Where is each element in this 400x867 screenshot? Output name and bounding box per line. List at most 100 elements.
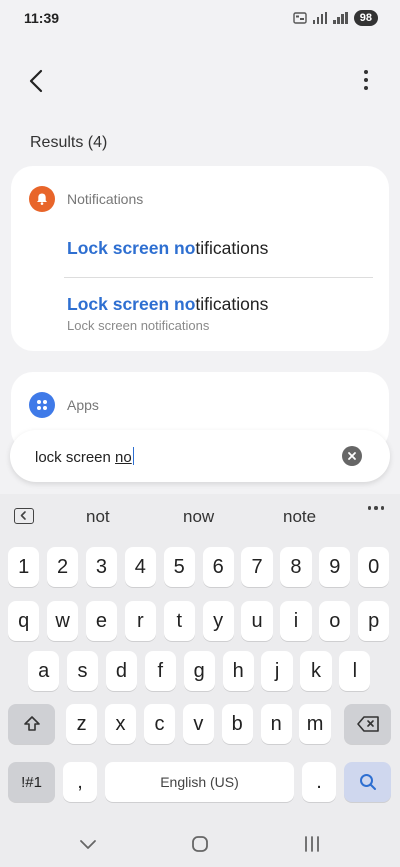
suggestion-1[interactable]: not bbox=[86, 507, 110, 527]
period-key[interactable]: . bbox=[302, 762, 336, 802]
row1-key-y[interactable]: y bbox=[202, 601, 234, 641]
apps-grid-icon bbox=[29, 392, 55, 418]
text-cursor bbox=[132, 447, 135, 465]
match-highlight: Lock screen no bbox=[67, 294, 196, 314]
symbols-key[interactable]: !#1 bbox=[8, 762, 55, 802]
numbers-key-3[interactable]: 3 bbox=[85, 547, 118, 587]
result-subtitle: Lock screen notifications bbox=[67, 318, 210, 333]
row2-key-h[interactable]: h bbox=[222, 651, 254, 691]
title-rest: tifications bbox=[195, 294, 269, 314]
row1-key-t[interactable]: t bbox=[163, 601, 195, 641]
row2-key-a[interactable]: a bbox=[28, 651, 60, 691]
numbers-key-6[interactable]: 6 bbox=[202, 547, 234, 587]
nav-recents-button[interactable] bbox=[300, 834, 324, 854]
numbers-key-8[interactable]: 8 bbox=[280, 547, 312, 587]
numbers-key-4[interactable]: 4 bbox=[124, 547, 156, 587]
category-label: Apps bbox=[67, 397, 99, 413]
search-key[interactable] bbox=[344, 762, 391, 802]
row1-key-i[interactable]: i bbox=[280, 601, 312, 641]
space-key[interactable]: English (US) bbox=[105, 762, 294, 802]
numbers-key-5[interactable]: 5 bbox=[163, 547, 195, 587]
category-header-notifications: Notifications bbox=[29, 186, 143, 212]
shift-icon bbox=[23, 716, 40, 731]
row3-key-v[interactable]: v bbox=[182, 704, 214, 744]
row1-key-p[interactable]: p bbox=[358, 601, 390, 641]
search-bar[interactable]: lock screen no bbox=[10, 430, 390, 482]
row1-key-e[interactable]: e bbox=[85, 601, 118, 641]
nav-home-button[interactable] bbox=[188, 834, 212, 854]
results-title: Results (4) bbox=[30, 134, 108, 151]
back-button[interactable] bbox=[22, 66, 52, 96]
clear-search-button[interactable] bbox=[342, 446, 362, 466]
row1-key-o[interactable]: o bbox=[319, 601, 351, 641]
result-lock-screen-notifications-2[interactable]: Lock screen notifications Lock screen no… bbox=[67, 294, 373, 333]
row1-key-r[interactable]: r bbox=[124, 601, 156, 641]
row2-key-l[interactable]: l bbox=[339, 651, 371, 691]
suggestion-bar: not now note bbox=[0, 494, 400, 538]
status-icons: 98 bbox=[293, 10, 378, 26]
chevron-down-icon bbox=[80, 840, 96, 849]
chevron-left-icon bbox=[29, 69, 43, 93]
result-title: Lock screen notifications bbox=[67, 238, 373, 259]
more-dot-icon bbox=[364, 70, 368, 74]
backspace-icon bbox=[356, 716, 379, 732]
match-highlight: Lock screen no bbox=[67, 238, 196, 258]
more-dot-icon bbox=[364, 86, 368, 90]
backspace-key[interactable] bbox=[344, 704, 391, 744]
close-icon bbox=[348, 452, 356, 460]
category-header-apps: Apps bbox=[29, 392, 99, 418]
home-icon bbox=[192, 836, 208, 852]
category-label: Notifications bbox=[67, 191, 144, 207]
top-bar bbox=[0, 60, 400, 100]
search-icon bbox=[359, 774, 376, 790]
row2-key-k[interactable]: k bbox=[300, 651, 332, 691]
shift-key[interactable] bbox=[8, 704, 55, 744]
search-input[interactable]: lock screen no bbox=[35, 447, 135, 466]
status-bar: 11:39 98 bbox=[0, 0, 400, 36]
row3-key-b[interactable]: b bbox=[221, 704, 253, 744]
nav-back-button[interactable] bbox=[76, 834, 100, 854]
cast-icon bbox=[293, 12, 307, 24]
row2-key-g[interactable]: g bbox=[183, 651, 215, 691]
row2-key-s[interactable]: s bbox=[66, 651, 99, 691]
battery-badge: 98 bbox=[353, 10, 378, 26]
result-lock-screen-notifications[interactable]: Lock screen notifications bbox=[67, 238, 373, 259]
keyboard-toolbar-toggle-icon[interactable] bbox=[14, 508, 34, 524]
row2-key-f[interactable]: f bbox=[144, 651, 176, 691]
more-options-button[interactable] bbox=[356, 68, 376, 92]
keyboard: not now note 1234567890 qwertyuiop asdfghj… bbox=[0, 494, 400, 867]
row1-key-q[interactable]: q bbox=[8, 601, 40, 641]
numbers-key-7[interactable]: 7 bbox=[241, 547, 273, 587]
notifications-results-card: Notifications Lock screen notifications … bbox=[11, 166, 389, 351]
title-rest: tifications bbox=[195, 238, 269, 258]
suggestion-more-button[interactable] bbox=[367, 506, 384, 510]
suggestion-3[interactable]: note bbox=[283, 507, 316, 527]
row2-key-j[interactable]: j bbox=[261, 651, 293, 691]
signal-icon-2 bbox=[333, 12, 348, 24]
signal-icon bbox=[312, 12, 328, 24]
numbers-key-2[interactable]: 2 bbox=[46, 547, 79, 587]
bell-icon bbox=[29, 186, 55, 212]
row3-key-z[interactable]: z bbox=[66, 704, 98, 744]
recents-icon bbox=[305, 836, 319, 852]
row3-key-c[interactable]: c bbox=[143, 704, 176, 744]
more-dot-icon bbox=[367, 506, 371, 510]
numbers-key-1[interactable]: 1 bbox=[8, 547, 40, 587]
more-dot-icon bbox=[364, 78, 368, 82]
row3-key-m[interactable]: m bbox=[299, 704, 331, 744]
search-typed-text: lock screen bbox=[35, 449, 116, 466]
row1-key-u[interactable]: u bbox=[241, 601, 273, 641]
row3-key-x[interactable]: x bbox=[104, 704, 137, 744]
suggestion-2[interactable]: now bbox=[183, 507, 214, 527]
status-time: 11:39 bbox=[24, 10, 60, 26]
comma-key[interactable]: , bbox=[63, 762, 97, 802]
divider bbox=[64, 277, 373, 278]
row3-key-n[interactable]: n bbox=[260, 704, 292, 744]
result-title: Lock screen notifications bbox=[67, 294, 373, 315]
row1-key-w[interactable]: w bbox=[46, 601, 79, 641]
row2-key-d[interactable]: d bbox=[105, 651, 138, 691]
search-composing-text: no bbox=[115, 449, 132, 466]
numbers-key-9[interactable]: 9 bbox=[319, 547, 351, 587]
numbers-key-0[interactable]: 0 bbox=[358, 547, 390, 587]
more-dot-icon bbox=[380, 506, 384, 510]
